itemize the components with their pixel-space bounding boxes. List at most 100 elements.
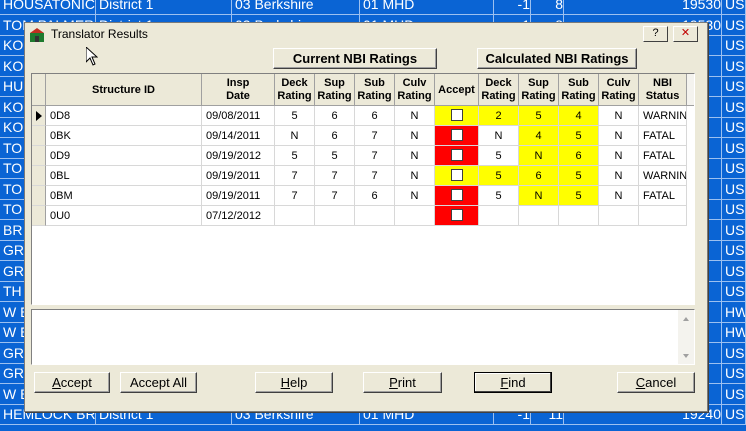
grid-cell-sup[interactable]: 7 <box>315 166 355 186</box>
col-accept[interactable]: Accept <box>435 74 479 106</box>
row-selector[interactable] <box>32 146 46 166</box>
col-insp-date[interactable]: Insp Date <box>202 74 275 106</box>
row-selector[interactable] <box>32 126 46 146</box>
background-row[interactable]: HOUSATONIC District 1 03 Berkshire 01 MHD -1… <box>0 0 746 15</box>
accept-checkbox[interactable] <box>450 189 463 202</box>
grid-cell-date[interactable]: 09/19/2011 <box>202 186 275 206</box>
grid-cell-c-sup[interactable]: N <box>519 146 559 166</box>
title-bar[interactable]: Translator Results ? ✕ <box>25 23 707 47</box>
grid-cell-deck[interactable] <box>275 206 315 226</box>
cancel-button[interactable]: Cancel <box>617 372 695 393</box>
grid-cell-c-culv[interactable]: N <box>599 126 639 146</box>
row-selector[interactable] <box>32 206 46 226</box>
col-calc-sup-rating[interactable]: Sup Rating <box>519 74 559 106</box>
grid-cell-c-culv[interactable]: N <box>599 186 639 206</box>
grid-cell-culv[interactable]: N <box>395 146 435 166</box>
grid-cell-c-sub[interactable]: 5 <box>559 186 599 206</box>
grid-cell-deck[interactable]: 5 <box>275 106 315 126</box>
accept-checkbox-cell[interactable] <box>435 166 479 186</box>
grid-cell-culv[interactable]: N <box>395 186 435 206</box>
grid-cell-deck[interactable]: 7 <box>275 186 315 206</box>
memo-scrollbar[interactable] <box>678 310 694 364</box>
grid-cell-sup[interactable]: 5 <box>315 146 355 166</box>
grid-cell-c-deck[interactable]: 2 <box>479 106 519 126</box>
grid-cell-sup[interactable]: 7 <box>315 186 355 206</box>
grid-cell-c-sup[interactable]: N <box>519 186 559 206</box>
accept-checkbox[interactable] <box>450 109 463 122</box>
grid-cell-sub[interactable]: 7 <box>355 126 395 146</box>
grid-cell-deck[interactable]: 7 <box>275 166 315 186</box>
help-title-button[interactable]: ? <box>643 26 668 42</box>
grid-cell-culv[interactable]: N <box>395 166 435 186</box>
grid-cell-sub[interactable] <box>355 206 395 226</box>
grid-cell-c-sup[interactable]: 5 <box>519 106 559 126</box>
accept-checkbox-cell[interactable] <box>435 106 479 126</box>
grid-cell-nbi[interactable]: FATAL <box>639 126 687 146</box>
grid-cell-c-sub[interactable]: 4 <box>559 106 599 126</box>
grid-cell-date[interactable]: 09/19/2012 <box>202 146 275 166</box>
grid-cell-c-culv[interactable] <box>599 206 639 226</box>
message-memo[interactable] <box>31 309 695 365</box>
grid-cell-c-deck[interactable]: 5 <box>479 186 519 206</box>
grid-cell-nbi[interactable] <box>639 206 687 226</box>
grid-cell-c-sub[interactable]: 5 <box>559 126 599 146</box>
grid-cell-id[interactable]: 0D8 <box>46 106 202 126</box>
grid-cell-nbi[interactable]: WARNING <box>639 166 687 186</box>
grid-cell-sub[interactable]: 7 <box>355 166 395 186</box>
col-structure-id[interactable]: Structure ID <box>46 74 202 106</box>
grid-cell-c-sup[interactable] <box>519 206 559 226</box>
grid-cell-c-deck[interactable]: 5 <box>479 166 519 186</box>
results-grid[interactable]: Structure ID Insp Date Deck Rating Sup Rati… <box>31 73 695 305</box>
col-nbi-status[interactable]: NBI Status <box>639 74 687 106</box>
grid-cell-c-deck[interactable]: 5 <box>479 146 519 166</box>
grid-cell-c-sup[interactable]: 6 <box>519 166 559 186</box>
grid-cell-c-sub[interactable] <box>559 206 599 226</box>
grid-cell-sub[interactable]: 6 <box>355 186 395 206</box>
grid-cell-date[interactable]: 09/19/2011 <box>202 166 275 186</box>
row-selector[interactable] <box>32 106 46 126</box>
grid-cell-c-sub[interactable]: 6 <box>559 146 599 166</box>
accept-checkbox-cell[interactable] <box>435 186 479 206</box>
grid-cell-culv[interactable]: N <box>395 126 435 146</box>
col-calc-deck-rating[interactable]: Deck Rating <box>479 74 519 106</box>
grid-cell-id[interactable]: 0D9 <box>46 146 202 166</box>
grid-cell-date[interactable]: 09/08/2011 <box>202 106 275 126</box>
col-sub-rating[interactable]: Sub Rating <box>355 74 395 106</box>
accept-checkbox[interactable] <box>450 129 463 142</box>
grid-cell-sup[interactable]: 6 <box>315 126 355 146</box>
current-nbi-ratings-button[interactable]: Current NBI Ratings <box>273 48 437 69</box>
grid-cell-nbi[interactable]: FATAL <box>639 146 687 166</box>
grid-cell-nbi[interactable]: WARNING <box>639 106 687 126</box>
accept-checkbox[interactable] <box>450 169 463 182</box>
grid-cell-c-deck[interactable]: N <box>479 126 519 146</box>
close-button[interactable]: ✕ <box>673 26 698 42</box>
grid-cell-sub[interactable]: 6 <box>355 106 395 126</box>
col-deck-rating[interactable]: Deck Rating <box>275 74 315 106</box>
grid-cell-date[interactable]: 07/12/2012 <box>202 206 275 226</box>
grid-cell-nbi[interactable]: FATAL <box>639 186 687 206</box>
grid-cell-culv[interactable] <box>395 206 435 226</box>
col-culv-rating[interactable]: Culv Rating <box>395 74 435 106</box>
grid-cell-sup[interactable] <box>315 206 355 226</box>
grid-cell-deck[interactable]: N <box>275 126 315 146</box>
row-selector[interactable] <box>32 186 46 206</box>
col-calc-culv-rating[interactable]: Culv Rating <box>599 74 639 106</box>
grid-cell-culv[interactable]: N <box>395 106 435 126</box>
grid-cell-id[interactable]: 0BM <box>46 186 202 206</box>
grid-cell-c-culv[interactable]: N <box>599 166 639 186</box>
grid-cell-deck[interactable]: 5 <box>275 146 315 166</box>
col-sup-rating[interactable]: Sup Rating <box>315 74 355 106</box>
calculated-nbi-ratings-button[interactable]: Calculated NBI Ratings <box>477 48 637 69</box>
grid-cell-c-sup[interactable]: 4 <box>519 126 559 146</box>
accept-checkbox-cell[interactable] <box>435 206 479 226</box>
grid-cell-c-sub[interactable]: 5 <box>559 166 599 186</box>
grid-cell-id[interactable]: 0U0 <box>46 206 202 226</box>
grid-cell-date[interactable]: 09/14/2011 <box>202 126 275 146</box>
find-button[interactable]: Find <box>474 372 552 393</box>
grid-cell-id[interactable]: 0BL <box>46 166 202 186</box>
accept-checkbox[interactable] <box>450 209 463 222</box>
col-calc-sub-rating[interactable]: Sub Rating <box>559 74 599 106</box>
accept-all-button[interactable]: Accept All <box>120 372 197 393</box>
accept-checkbox-cell[interactable] <box>435 126 479 146</box>
grid-cell-sup[interactable]: 6 <box>315 106 355 126</box>
